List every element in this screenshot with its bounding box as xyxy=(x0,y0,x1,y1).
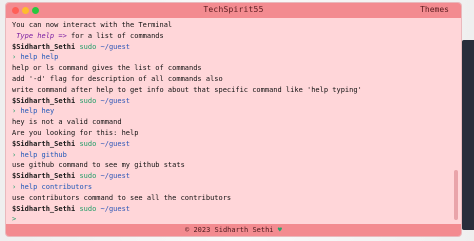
prompt-arrow-icon: › xyxy=(12,53,17,62)
command-line: › help hey xyxy=(12,106,449,117)
terminal-window: TechSpirit55 Themes You can now interact… xyxy=(6,3,461,236)
heart-icon: ♥ xyxy=(277,226,282,234)
prompt-arrow-icon: › xyxy=(12,150,17,159)
prompt-arrow-icon: › xyxy=(12,107,17,116)
output-line: use github command to see my github stat… xyxy=(12,161,185,170)
title-bar: TechSpirit55 Themes xyxy=(6,3,461,18)
typed-command: help help xyxy=(20,53,59,62)
prompt-line: $Sidharth_Sethi sudo ~/guest xyxy=(12,204,131,213)
window-title: TechSpirit55 xyxy=(203,5,264,14)
command-line: › help contributors xyxy=(12,182,449,193)
prompt-path: ~/guest xyxy=(100,42,131,51)
prompt-user: $Sidharth_Sethi xyxy=(12,42,76,51)
terminal-scrollbar[interactable] xyxy=(452,20,460,223)
command-line: › help github xyxy=(12,150,449,161)
typed-command: help contributors xyxy=(20,182,93,191)
themes-button[interactable]: Themes xyxy=(420,5,449,14)
prompt-line: $Sidharth_Sethi sudo ~/guest xyxy=(12,139,131,148)
output-line: add '-d' flag for description of all com… xyxy=(12,74,223,83)
output-line: help or ls command gives the list of com… xyxy=(12,64,202,73)
help-hint: Type help xyxy=(16,31,55,40)
prompt-line: $Sidharth_Sethi sudo ~/guest xyxy=(12,96,131,105)
output-line: hey is not a valid command xyxy=(12,118,122,127)
terminal-line: Type help => for a list of commands xyxy=(16,31,164,40)
background-window-edge xyxy=(462,40,474,230)
active-input-line[interactable]: > xyxy=(12,214,449,223)
output-line: use contributors command to see all the … xyxy=(12,193,232,202)
command-line: › help help xyxy=(12,52,449,63)
prompt-arrow-icon: › xyxy=(12,182,17,191)
page-background: TechSpirit55 Themes You can now interact… xyxy=(0,0,474,241)
prompt-line: $Sidharth_Sethi sudo ~/guest xyxy=(12,172,131,181)
output-line: Are you looking for this: help xyxy=(12,128,139,137)
footer: © 2023 Sidharth Sethi ♥ xyxy=(6,224,461,236)
output-line: write command after help to get info abo… xyxy=(12,85,362,94)
prompt-arrow-icon: > xyxy=(12,215,17,223)
prompt-line: $Sidharth_Sethi sudo ~/guest xyxy=(12,42,449,53)
terminal-line: You can now interact with the Terminal xyxy=(12,21,173,29)
scrollbar-thumb[interactable] xyxy=(454,170,458,220)
terminal-output[interactable]: You can now interact with the Terminal T… xyxy=(12,20,449,223)
typed-command: help github xyxy=(20,150,67,159)
prompt-sudo: sudo xyxy=(79,42,97,51)
typed-command: help hey xyxy=(20,107,55,116)
footer-copyright: © 2023 Sidharth Sethi xyxy=(185,226,274,234)
